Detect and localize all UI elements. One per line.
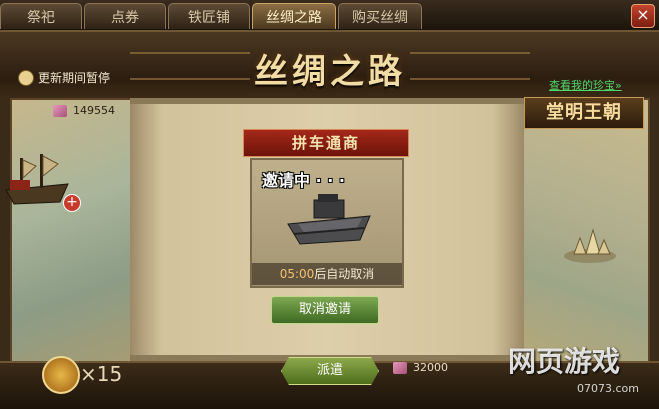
token-count: ×15 (80, 362, 123, 386)
tab-vouchers[interactable]: 点券 (84, 3, 166, 29)
city-icon[interactable] (560, 224, 620, 264)
add-ship-button[interactable]: + (63, 194, 81, 212)
tab-label: 点券 (111, 9, 139, 26)
tab-sacrifice[interactable]: 祭祀 (0, 3, 82, 29)
map-left (10, 98, 142, 367)
info-icon (18, 70, 34, 86)
watermark-url: 07073.com (577, 382, 639, 395)
view-treasure-link[interactable]: 查看我的珍宝» (549, 77, 622, 93)
trade-token-icon (42, 356, 80, 394)
bottom-silk-value: 32000 (413, 361, 448, 374)
tab-label: 铁匠铺 (188, 9, 230, 26)
carpool-trade-banner: 拼车通商 (243, 129, 409, 157)
update-notice: 更新期间暂停 (18, 69, 110, 87)
silk-icon (53, 104, 67, 117)
ship-image (287, 194, 371, 245)
auto-cancel-notice: 05:00后自动取消 (252, 263, 402, 285)
plus-icon: + (66, 194, 78, 210)
watermark: 网页游戏 (508, 345, 621, 378)
cancel-invite-button[interactable]: 取消邀请 (271, 296, 379, 324)
tab-label: 祭祀 (27, 9, 55, 26)
tab-silk-road[interactable]: 丝绸之路 (252, 3, 336, 29)
bottom-silk-count: 32000 (393, 361, 448, 374)
dynasty-banner: 堂明王朝 (524, 97, 644, 129)
page-title: 丝绸之路 (254, 52, 406, 92)
tab-label: 丝绸之路 (266, 9, 322, 26)
tab-buy-silk[interactable]: 购买丝绸 (338, 3, 422, 29)
update-notice-text: 更新期间暂停 (38, 71, 111, 85)
countdown-timer: 05:00 (279, 267, 315, 281)
tab-label: 购买丝绸 (352, 9, 408, 26)
silk-icon (393, 361, 407, 374)
dispatch-button[interactable]: 派遣 (281, 357, 379, 385)
invite-status: 邀请中 · · · (262, 171, 345, 190)
silk-count-value: 149554 (73, 104, 115, 117)
silk-count: 149554 (53, 104, 115, 117)
close-icon: × (636, 5, 650, 24)
ship-icon[interactable] (2, 150, 72, 208)
auto-cancel-text: 后自动取消 (314, 267, 375, 281)
tab-blacksmith[interactable]: 铁匠铺 (168, 3, 250, 29)
close-button[interactable]: × (631, 4, 655, 28)
